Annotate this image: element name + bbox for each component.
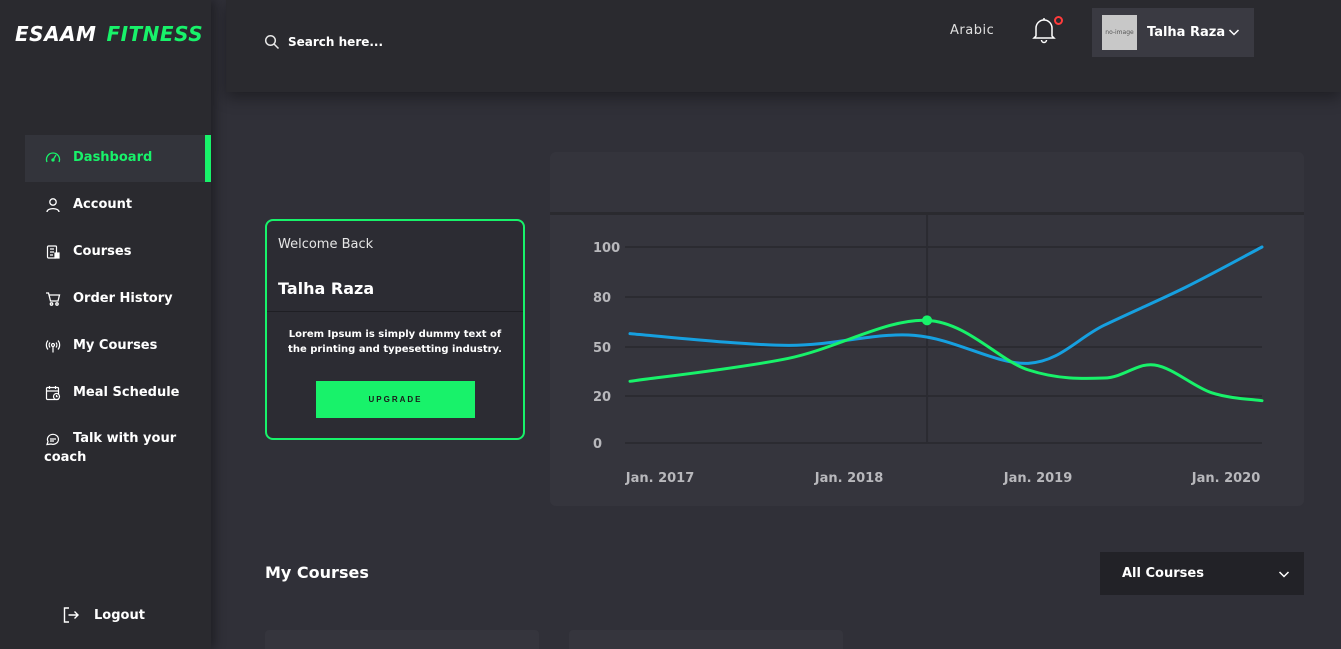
my-courses-title: My Courses	[265, 563, 369, 582]
user-menu[interactable]: no-image Talha Raza	[1092, 8, 1254, 57]
x-tick-label: Jan. 2020	[1191, 471, 1261, 486]
x-tick-label: Jan. 2019	[1003, 471, 1073, 486]
search-icon	[264, 34, 280, 50]
sidebar-item-courses[interactable]: Courses	[25, 229, 211, 276]
brand-logo[interactable]: ESAAM FITNESS	[15, 22, 203, 46]
sidebar-item-order-history[interactable]: Order History	[25, 276, 211, 323]
sidebar-item-label: Account	[73, 197, 133, 212]
sidebar-item-talk-with-coach[interactable]: Talk with your coach	[25, 417, 211, 477]
line-chart: 0 20 50 80 100 Jan. 2017 Jan. 2018 Jan. 2019 Jan…	[593, 215, 1264, 486]
sidebar-nav: Dashboard Account Courses Order History …	[25, 135, 211, 477]
course-card[interactable]	[569, 630, 843, 649]
bell-icon	[1032, 18, 1056, 44]
welcome-card: Welcome Back Talha Raza Lorem Ipsum is s…	[265, 219, 525, 440]
chat-icon	[44, 431, 62, 449]
y-tick-label: 80	[593, 291, 611, 306]
welcome-description: Lorem Ipsum is simply dummy text of the …	[288, 329, 502, 355]
y-tick-label: 100	[593, 241, 620, 256]
broadcast-icon	[44, 337, 62, 355]
y-tick-label: 0	[593, 437, 602, 452]
notification-badge	[1054, 16, 1063, 25]
x-tick-label: Jan. 2018	[814, 471, 884, 486]
cart-icon	[44, 290, 62, 308]
sidebar-item-label: Meal Schedule	[73, 385, 180, 400]
sidebar-item-dashboard[interactable]: Dashboard	[25, 135, 211, 182]
x-tick-label: Jan. 2017	[625, 471, 695, 486]
user-icon	[44, 196, 62, 214]
series-line-2	[628, 318, 1264, 403]
speedometer-icon	[44, 149, 62, 167]
avatar: no-image	[1102, 15, 1137, 50]
sidebar-item-label: Dashboard	[73, 150, 153, 165]
series-line-1	[628, 245, 1264, 365]
brand-name-part2: FITNESS	[106, 22, 204, 46]
sidebar-item-label-line1: Talk with your	[73, 431, 177, 446]
user-name: Talha Raza	[1147, 25, 1226, 40]
upgrade-button[interactable]: UPGRADE	[316, 381, 475, 418]
notifications-button[interactable]	[1032, 16, 1063, 48]
welcome-divider	[267, 311, 523, 312]
course-card[interactable]	[265, 630, 539, 649]
sidebar-item-label: Talk with your coach	[44, 429, 177, 467]
clipboard-icon	[44, 243, 62, 261]
chevron-down-icon	[1278, 571, 1290, 578]
sidebar-item-label: Courses	[73, 244, 132, 259]
top-header: Search here... Arabic no-image Talha Raz…	[226, 0, 1341, 92]
sidebar-item-label: My Courses	[73, 338, 158, 353]
chart-card: 0 20 50 80 100 Jan. 2017 Jan. 2018 Jan. 2019 Jan…	[550, 152, 1304, 506]
logout-button[interactable]: Logout	[62, 606, 145, 624]
welcome-greeting: Welcome Back	[278, 237, 374, 252]
logout-label: Logout	[94, 607, 145, 623]
highlight-point	[922, 315, 933, 326]
logout-icon	[62, 606, 80, 624]
search-placeholder: Search here...	[288, 35, 384, 49]
language-switch[interactable]: Arabic	[950, 23, 994, 38]
sidebar-item-label: Order History	[73, 291, 173, 306]
welcome-user-name: Talha Raza	[278, 279, 375, 298]
sidebar-item-my-courses[interactable]: My Courses	[25, 323, 211, 370]
sidebar-item-meal-schedule[interactable]: Meal Schedule	[25, 370, 211, 417]
y-tick-label: 50	[593, 341, 611, 356]
chevron-down-icon	[1228, 29, 1240, 36]
search-input[interactable]: Search here...	[264, 34, 383, 50]
y-tick-label: 20	[593, 390, 611, 405]
courses-filter-value: All Courses	[1122, 566, 1204, 581]
sidebar-item-label-line2: coach	[44, 450, 87, 465]
brand-name-part1: ESAAM	[15, 22, 97, 46]
courses-filter-select[interactable]: All Courses	[1100, 552, 1304, 595]
sidebar: ESAAM FITNESS Dashboard Account Courses O…	[0, 0, 211, 649]
sidebar-item-account[interactable]: Account	[25, 182, 211, 229]
calendar-icon	[44, 384, 62, 402]
